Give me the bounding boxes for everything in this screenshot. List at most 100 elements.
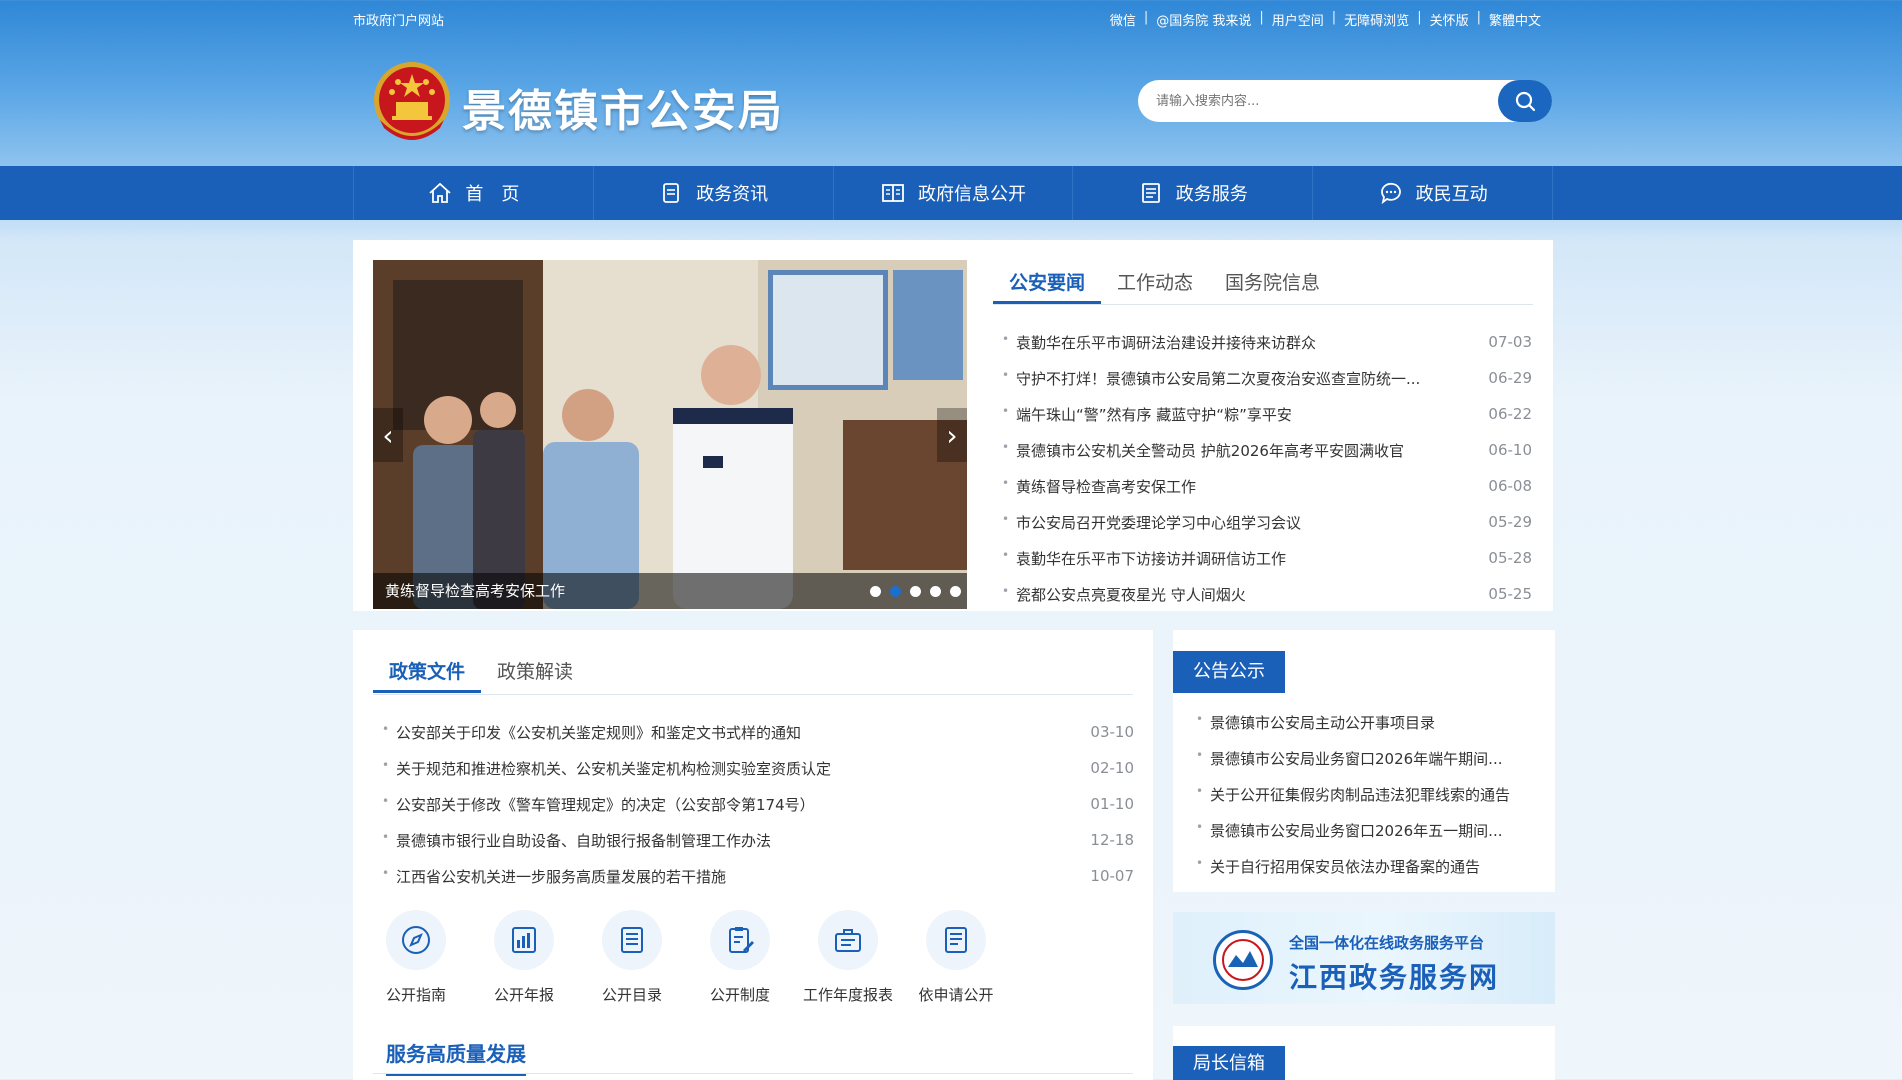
list-item[interactable]: 关于规范和推进检察机关、公安机关鉴定机构检测实验室资质认定 02-10 (382, 750, 1134, 786)
tab-police-news[interactable]: 公安要闻 (993, 262, 1102, 304)
chat-icon (1380, 182, 1401, 205)
list-item[interactable]: 守护不打烊！景德镇市公安局第二次夏夜治安巡查宣防统一... 06-29 (1002, 360, 1532, 396)
jiangxi-service-banner[interactable]: 全国一体化在线政务服务平台 江西政务服务网 (1173, 912, 1555, 1004)
national-emblem-icon (370, 60, 454, 146)
search-button[interactable] (1498, 80, 1552, 122)
nav-home[interactable]: 首 页 (354, 166, 594, 220)
news-title: 黄练督导检查高考安保工作 (1002, 476, 1196, 497)
disclosure-catalog-link[interactable]: 公开目录 (593, 910, 671, 1005)
news-title: 市公安局召开党委理论学习中心组学习会议 (1002, 512, 1301, 533)
traditional-chinese-link[interactable]: 繁體中文 (1481, 10, 1549, 29)
nav-news-label: 政务资讯 (696, 184, 769, 205)
news-title: 袁勤华在乐平市下访接访并调研信访工作 (1002, 548, 1286, 569)
briefcase-icon (835, 929, 861, 952)
list-item[interactable]: 袁勤华在乐平市调研法治建设并接待来访群众 07-03 (1002, 324, 1532, 360)
carousel-photo (373, 260, 967, 609)
separator: | (1476, 10, 1481, 25)
city-portal-link[interactable]: 市政府门户网站 (353, 10, 444, 29)
list-item[interactable]: 市公安局召开党委理论学习中心组学习会议 05-29 (1002, 504, 1532, 540)
list-item[interactable]: 袁勤华在乐平市下访接访并调研信访工作 05-28 (1002, 540, 1532, 576)
list-item[interactable]: 景德镇市银行业自助设备、自助银行报备制管理工作办法 12-18 (382, 822, 1134, 858)
disclosure-label: 依申请公开 (918, 986, 994, 1004)
policy-date: 10-07 (1090, 867, 1134, 885)
nav-news[interactable]: 政务资讯 (594, 166, 834, 220)
policy-date: 12-18 (1090, 831, 1134, 849)
list-item[interactable]: 公安部关于印发《公安机关鉴定规则》和鉴定文书式样的通知 03-10 (382, 714, 1134, 750)
list-icon (1141, 183, 1160, 203)
search-input[interactable] (1156, 90, 1486, 112)
accessibility-link[interactable]: 无障碍浏览 (1336, 10, 1417, 29)
policy-title: 江西省公安机关进一步服务高质量发展的若干措施 (382, 866, 726, 887)
disclosure-guide-link[interactable]: 公开指南 (377, 910, 455, 1005)
carousel-dot[interactable] (950, 586, 961, 597)
user-space-link[interactable]: 用户空间 (1264, 10, 1332, 29)
list-item[interactable]: 景德镇市公安局业务窗口2026年端午期间... (1196, 740, 1546, 776)
list-item[interactable]: 景德镇市公安局业务窗口2026年五一期间... (1196, 812, 1546, 848)
notice-list: 景德镇市公安局主动公开事项目录 景德镇市公安局业务窗口2026年端午期间... … (1196, 704, 1546, 884)
service-platform-logo-icon (1213, 930, 1273, 990)
search-box (1138, 80, 1552, 122)
notice-item-title: 景德镇市公安局业务窗口2026年五一期间... (1196, 820, 1502, 841)
news-carousel[interactable]: ‹ › 黄练督导检查高考安保工作 (373, 260, 967, 609)
news-list: 袁勤华在乐平市调研法治建设并接待来访群众 07-03 守护不打烊！景德镇市公安局第… (1002, 324, 1532, 612)
list-item[interactable]: 景德镇市公安局主动公开事项目录 (1196, 704, 1546, 740)
notice-item-title: 关于公开征集假劣肉制品违法犯罪线索的通告 (1196, 784, 1510, 805)
top-bar: 市政府门户网站 微信 | @国务院 我来说 | 用户空间 | 无障碍浏览 | 关怀版 | … (0, 0, 1902, 36)
elderly-mode-link[interactable]: 关怀版 (1422, 10, 1477, 29)
list-item[interactable]: 关于公开征集假劣肉制品违法犯罪线索的通告 (1196, 776, 1546, 812)
policy-title: 关于规范和推进检察机关、公安机关鉴定机构检测实验室资质认定 (382, 758, 831, 779)
nav-gov-info[interactable]: 政府信息公开 (834, 166, 1074, 220)
search-icon (1515, 91, 1536, 112)
carousel-dot[interactable] (930, 586, 941, 597)
policy-date: 01-10 (1090, 795, 1134, 813)
separator: | (1259, 10, 1264, 25)
carousel-dot[interactable] (910, 586, 921, 597)
news-date: 06-22 (1488, 405, 1532, 423)
state-council-link[interactable]: @国务院 我来说 (1148, 10, 1259, 29)
carousel-next-button[interactable]: › (937, 408, 967, 462)
compass-icon (402, 926, 430, 954)
news-date: 06-08 (1488, 477, 1532, 495)
disclosure-system-link[interactable]: 公开制度 (701, 910, 779, 1005)
list-item[interactable]: 江西省公安机关进一步服务高质量发展的若干措施 10-07 (382, 858, 1134, 894)
annual-work-report-link[interactable]: 工作年度报表 (803, 910, 893, 1005)
notice-item-title: 景德镇市公安局业务窗口2026年端午期间... (1196, 748, 1502, 769)
main-nav: 首 页 政务资讯 政府信息公开 政务服务 政民互动 (0, 166, 1902, 220)
news-title: 守护不打烊！景德镇市公安局第二次夏夜治安巡查宣防统一... (1002, 368, 1420, 389)
separator: | (1331, 10, 1337, 25)
carousel-dots (870, 586, 961, 597)
carousel-prev-button[interactable]: ‹ (373, 408, 403, 462)
list-item[interactable]: 景德镇市公安机关全警动员 护航2026年高考平安圆满收官 06-10 (1002, 432, 1532, 468)
policy-title: 景德镇市银行业自助设备、自助银行报备制管理工作办法 (382, 830, 771, 851)
director-mailbox-title[interactable]: 局长信箱 (1173, 1046, 1285, 1080)
carousel-dot[interactable] (870, 586, 881, 597)
tab-state-council-info[interactable]: 国务院信息 (1209, 262, 1336, 304)
notice-item-title: 关于自行招用保安员依法办理备案的通告 (1196, 856, 1480, 877)
tab-policy-interpretation[interactable]: 政策解读 (481, 651, 589, 693)
list-item[interactable]: 端午珠山“警”然有序 藏蓝守护“粽”享平安 06-22 (1002, 396, 1532, 432)
notice-title[interactable]: 公告公示 (1173, 651, 1285, 693)
tab-policy-documents[interactable]: 政策文件 (373, 651, 482, 693)
list-item[interactable]: 公安部关于修改《警车管理规定》的决定（公安部令第174号） 01-10 (382, 786, 1134, 822)
news-date: 06-29 (1488, 369, 1532, 387)
nav-services-label: 政务服务 (1175, 184, 1248, 205)
policy-date: 02-10 (1090, 759, 1134, 777)
news-date: 05-25 (1488, 585, 1532, 603)
chevron-right-icon: › (946, 418, 958, 452)
tab-work-updates[interactable]: 工作动态 (1101, 262, 1209, 304)
book-icon (882, 184, 904, 202)
list-item[interactable]: 黄练督导检查高考安保工作 06-08 (1002, 468, 1532, 504)
service-section-title[interactable]: 服务高质量发展 (386, 1038, 526, 1076)
policy-title: 公安部关于修改《警车管理规定》的决定（公安部令第174号） (382, 794, 815, 815)
carousel-dot[interactable] (890, 586, 901, 597)
notice-item-title: 景德镇市公安局主动公开事项目录 (1196, 712, 1435, 733)
carousel-caption[interactable]: 黄练督导检查高考安保工作 (385, 580, 565, 601)
apply-disclosure-link[interactable]: 依申请公开 (917, 910, 995, 1005)
list-item[interactable]: 关于自行招用保安员依法办理备案的通告 (1196, 848, 1546, 884)
nav-interaction[interactable]: 政民互动 (1313, 166, 1553, 220)
list-item[interactable]: 瓷都公安点亮夏夜星光 守人间烟火 05-25 (1002, 576, 1532, 612)
wechat-link[interactable]: 微信 (1102, 10, 1144, 29)
nav-services[interactable]: 政务服务 (1073, 166, 1314, 220)
annual-report-link[interactable]: 公开年报 (485, 910, 563, 1005)
policy-title: 公安部关于印发《公安机关鉴定规则》和鉴定文书式样的通知 (382, 722, 801, 743)
